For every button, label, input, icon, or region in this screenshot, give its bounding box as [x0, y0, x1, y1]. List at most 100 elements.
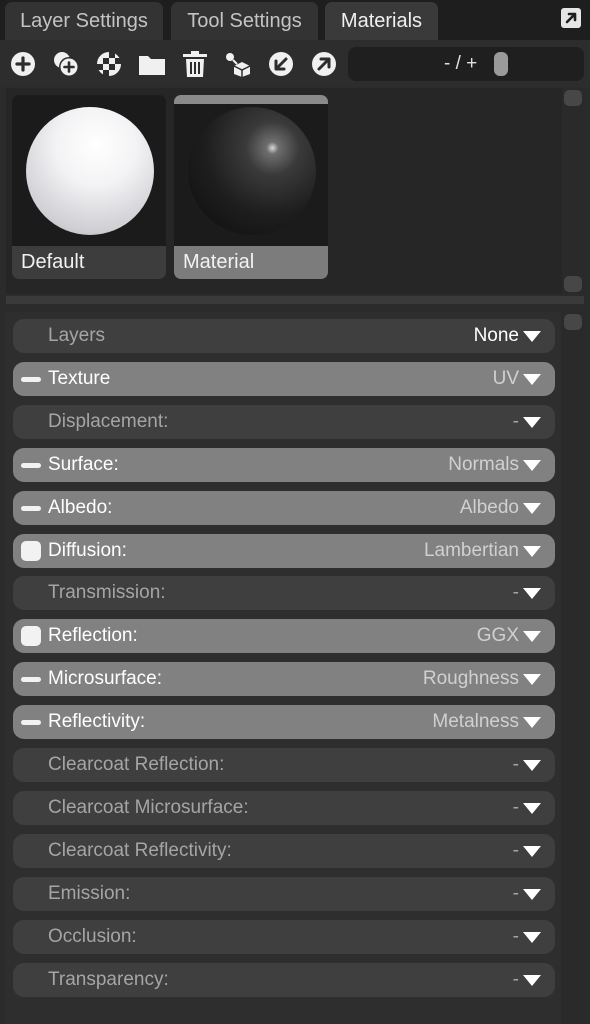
- property-value[interactable]: Albedo: [460, 491, 519, 525]
- trash-icon[interactable]: [181, 50, 209, 78]
- property-value[interactable]: GGX: [477, 619, 519, 653]
- property-row-texture[interactable]: Texture UV: [13, 361, 555, 396]
- dropdown-arrow-icon[interactable]: [523, 331, 541, 342]
- property-name: Clearcoat Microsurface:: [48, 796, 249, 818]
- channel-toggle[interactable]: [21, 505, 41, 511]
- material-thumbnail-material[interactable]: Material: [174, 95, 328, 279]
- property-value[interactable]: -: [513, 877, 519, 911]
- channel-toggle[interactable]: [21, 462, 41, 468]
- property-name: Occlusion:: [48, 925, 137, 947]
- dropdown-arrow-icon[interactable]: [523, 888, 541, 900]
- material-gallery: Default Material: [6, 88, 584, 294]
- property-name: Layers: [48, 325, 106, 346]
- dropdown-arrow-icon[interactable]: [523, 974, 541, 986]
- scroll-down-icon[interactable]: [564, 276, 582, 292]
- dropdown-arrow-icon[interactable]: [523, 802, 541, 814]
- property-row-diffusion[interactable]: Diffusion: Lambertian: [13, 533, 555, 568]
- material-properties-panel: Layers None Texture UV Displacement: - Surface…: [6, 312, 561, 1024]
- property-row-clearcoat-reflectivity[interactable]: Clearcoat Reflectivity: -: [13, 833, 555, 868]
- property-name: Diffusion:: [48, 539, 127, 561]
- property-value[interactable]: Roughness: [423, 662, 519, 696]
- property-value[interactable]: -: [513, 834, 519, 868]
- property-name: Clearcoat Reflectivity:: [48, 839, 232, 861]
- channel-toggle[interactable]: [21, 376, 41, 382]
- scroll-up-icon[interactable]: [564, 314, 582, 330]
- material-preview-sphere: [188, 107, 316, 235]
- thumbnail-zoom-slider[interactable]: - / +: [348, 47, 584, 81]
- tab-bar: Layer Settings Tool Settings Materials: [0, 0, 590, 40]
- materials-toolbar: - / +: [0, 40, 590, 87]
- properties-scrollbar[interactable]: [562, 312, 584, 1024]
- dropdown-arrow-icon[interactable]: [523, 674, 541, 686]
- export-icon[interactable]: [310, 50, 338, 78]
- dropdown-arrow-icon[interactable]: [523, 459, 541, 471]
- gallery-scrollbar[interactable]: [562, 88, 584, 294]
- property-row-occlusion[interactable]: Occlusion: -: [13, 919, 555, 954]
- property-value[interactable]: Normals: [448, 448, 519, 482]
- property-row-transparency[interactable]: Transparency: -: [13, 962, 555, 997]
- property-row-displacement[interactable]: Displacement: -: [13, 404, 555, 439]
- property-name: Reflection:: [48, 625, 138, 647]
- assign-to-object-icon[interactable]: [224, 50, 252, 78]
- dropdown-arrow-icon[interactable]: [523, 545, 541, 557]
- property-row-reflectivity[interactable]: Reflectivity: Metalness: [13, 705, 555, 740]
- material-thumbnail-default[interactable]: Default: [12, 95, 166, 279]
- dropdown-arrow-icon[interactable]: [523, 631, 541, 643]
- channel-toggle[interactable]: [21, 540, 41, 561]
- property-value[interactable]: Lambertian: [424, 534, 519, 568]
- dropdown-arrow-icon[interactable]: [523, 588, 541, 600]
- property-value[interactable]: None: [474, 319, 519, 353]
- property-row-clearcoat-microsurface[interactable]: Clearcoat Microsurface: -: [13, 790, 555, 825]
- property-name: Surface:: [48, 453, 119, 475]
- import-icon[interactable]: [267, 50, 295, 78]
- property-row-albedo[interactable]: Albedo: Albedo: [13, 490, 555, 525]
- property-row-clearcoat-reflection[interactable]: Clearcoat Reflection: -: [13, 748, 555, 782]
- property-name: Reflectivity:: [48, 711, 146, 733]
- property-value[interactable]: Metalness: [432, 705, 519, 739]
- tab-materials[interactable]: Materials: [325, 2, 438, 40]
- material-label: Material: [174, 246, 328, 279]
- property-name: Albedo:: [48, 496, 113, 518]
- property-row-microsurface[interactable]: Microsurface: Roughness: [13, 662, 555, 697]
- channel-toggle[interactable]: [21, 677, 41, 683]
- duplicate-material-icon[interactable]: [52, 50, 80, 78]
- popout-icon[interactable]: [560, 7, 582, 29]
- material-label: Default: [12, 246, 166, 279]
- panel-splitter[interactable]: [6, 296, 584, 304]
- property-value[interactable]: -: [513, 963, 519, 997]
- property-value[interactable]: UV: [493, 362, 519, 396]
- property-value[interactable]: -: [513, 405, 519, 439]
- property-name: Texture: [48, 367, 111, 389]
- dropdown-arrow-icon[interactable]: [523, 717, 541, 729]
- scroll-up-icon[interactable]: [564, 90, 582, 106]
- dropdown-arrow-icon[interactable]: [523, 416, 541, 428]
- channel-toggle[interactable]: [21, 720, 41, 726]
- checker-icon[interactable]: [95, 50, 123, 78]
- property-row-emission[interactable]: Emission: -: [13, 876, 555, 911]
- property-row-transmission[interactable]: Transmission: -: [13, 576, 555, 611]
- dropdown-arrow-icon[interactable]: [523, 845, 541, 857]
- property-name: Microsurface:: [48, 668, 163, 690]
- add-material-icon[interactable]: [9, 50, 37, 78]
- property-row-reflection[interactable]: Reflection: GGX: [13, 619, 555, 654]
- property-name: Emission:: [48, 882, 131, 904]
- folder-icon[interactable]: [138, 50, 166, 78]
- property-name: Transparency:: [48, 968, 169, 990]
- property-value[interactable]: -: [513, 920, 519, 954]
- property-value[interactable]: -: [513, 791, 519, 825]
- property-row-surface[interactable]: Surface: Normals: [13, 447, 555, 482]
- tab-tool-settings[interactable]: Tool Settings: [171, 2, 318, 40]
- dropdown-arrow-icon[interactable]: [523, 760, 541, 771]
- zoom-label: - / +: [444, 53, 478, 74]
- channel-toggle[interactable]: [21, 626, 41, 647]
- property-value[interactable]: -: [513, 748, 519, 782]
- dropdown-arrow-icon[interactable]: [523, 502, 541, 514]
- zoom-slider-handle[interactable]: [494, 52, 508, 76]
- dropdown-arrow-icon[interactable]: [523, 931, 541, 943]
- property-name: Clearcoat Reflection:: [48, 754, 225, 775]
- property-value[interactable]: -: [513, 576, 519, 610]
- tab-layer-settings[interactable]: Layer Settings: [5, 2, 163, 40]
- dropdown-arrow-icon[interactable]: [523, 373, 541, 385]
- property-name: Transmission:: [48, 582, 166, 604]
- property-row-layers[interactable]: Layers None: [13, 319, 555, 353]
